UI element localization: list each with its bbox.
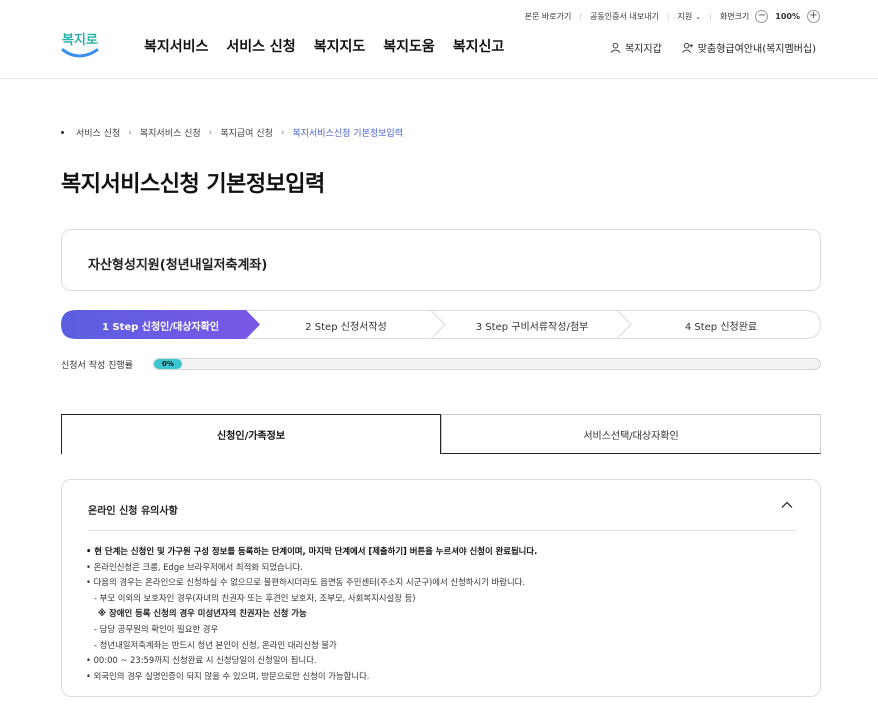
welfare-wallet-label: 복지지갑 (624, 44, 662, 55)
welfare-wallet-link[interactable]: 복지지갑 (610, 40, 662, 55)
tab-label: 서비스선택/대상자확인 (583, 430, 679, 442)
chevron-right-icon: › (208, 127, 213, 138)
step-1-label: 1 Step 신청인/대상자확인 (101, 322, 220, 333)
notice-item: • 온라인신청은 크롬, Edge 브라우저에서 최적화 되었습니다. (86, 561, 303, 572)
step-3-label: 3 Step 구비서류작성/첨부 (475, 322, 589, 333)
nav-item-welfare-service[interactable]: 복지서비스 (144, 36, 208, 56)
step-indicator: 1 Step 신청인/대상자확인 2 Step 신청서작성 3 Step 구비서… (61, 310, 821, 339)
nav-item-welfare-help[interactable]: 복지도움 (383, 36, 435, 56)
logo-text: 복지로 (62, 33, 98, 48)
divider: | (709, 11, 712, 21)
chevron-right-icon: › (280, 127, 285, 138)
notice-item: • 00:00 ~ 23:59까지 신청완료 시 신청당일이 신청일이 됩니다. (86, 655, 317, 666)
logo-mark-icon: 복지로 (61, 33, 99, 58)
notice-note: ※ 장애인 등록 신청의 경우 미성년자의 친권자는 신청 가능 (98, 608, 307, 619)
service-name-box: 자산형성지원(청년내일저축계좌) (61, 229, 821, 291)
nav-item-welfare-report[interactable]: 복지신고 (453, 36, 505, 56)
notice-item: • 현 단계는 신청인 및 가구원 구성 정보를 등록하는 단계이며, 마지막 … (86, 546, 538, 556)
nav-item-welfare-map[interactable]: 복지지도 (314, 36, 366, 56)
header-actions: 복지지갑 맞춤형급여안내(복지멤버십) (610, 40, 816, 55)
breadcrumb: 서비스 신청 › 복지서비스 신청 › 복지급여 신청 › 복지서비스신청 기본… (61, 126, 403, 139)
notice-list: • 현 단계는 신청인 및 가구원 구성 정보를 등록하는 단계이며, 마지막 … (86, 544, 537, 684)
notice-subitem: - 부모 이외의 보호자인 경우(자녀의 친권자 또는 후견인 보호자, 조부모… (94, 592, 416, 603)
skip-to-content-link[interactable]: 본문 바로가기 (525, 11, 572, 22)
zoom-label: 화면크기 (719, 11, 750, 21)
home-bullet-icon (61, 131, 64, 134)
step-2-label: 2 Step 신청서작성 (305, 322, 387, 333)
service-name: 자산형성지원(청년내일저축계좌) (88, 258, 268, 273)
utility-bar: 본문 바로가기 | 공동인증서 내보내기 | 지원 ⌄ | 화면크기 − 100%… (525, 8, 820, 24)
notice-title: 온라인 신청 유의사항 (88, 506, 178, 517)
language-select[interactable]: 지원 ⌄ (678, 11, 702, 22)
header-divider (0, 78, 878, 79)
zoom-in-button[interactable]: + (807, 9, 820, 23)
step-4-label: 4 Step 신청완료 (684, 322, 758, 333)
breadcrumb-item[interactable]: 복지서비스 신청 (140, 126, 201, 139)
notice-subitem: - 담당 공무원의 확인이 필요한 경우 (94, 623, 219, 634)
chevron-down-icon: ⌄ (695, 12, 702, 21)
divider (88, 530, 796, 531)
zoom-out-button[interactable]: − (755, 9, 769, 23)
page-title: 복지서비스신청 기본정보입력 (61, 172, 325, 197)
notice-subitem: - 청년내일저축계좌는 반드시 청년 본인이 신청, 온라인 대리신청 불가 (94, 639, 337, 650)
progress-label: 신청서 작성 진행률 (61, 361, 133, 371)
divider: | (666, 11, 670, 21)
progress-value: 0% (162, 360, 174, 368)
chevron-right-icon: › (128, 127, 132, 138)
benefit-guide-label: 맞춤형급여안내(복지멤버십) (697, 44, 816, 55)
chevron-up-icon[interactable] (780, 498, 794, 512)
zoom-value: 100% (775, 11, 800, 21)
breadcrumb-current: 복지서비스신청 기본정보입력 (292, 129, 403, 139)
user-plus-icon (681, 42, 693, 53)
tab-service-select[interactable]: 서비스선택/대상자확인 (441, 414, 821, 454)
site-logo[interactable]: 복지로 (61, 28, 99, 62)
divider: | (579, 11, 583, 21)
benefit-guide-link[interactable]: 맞춤형급여안내(복지멤버십) (681, 40, 816, 55)
tab-applicant-family[interactable]: 신청인/가족정보 (61, 414, 441, 454)
main-nav: 복지서비스 서비스 신청 복지지도 복지도움 복지신고 (144, 36, 504, 56)
nav-item-service-apply[interactable]: 서비스 신청 (226, 36, 295, 56)
language-label: 지원 (677, 11, 693, 21)
notice-item: • 외국인의 경우 실명인증이 되지 않을 수 있으며, 방문으로만 신청이 가… (86, 670, 370, 681)
online-notice-panel: 온라인 신청 유의사항 • 현 단계는 신청인 및 가구원 구성 정보를 등록하… (61, 479, 821, 697)
breadcrumb-item[interactable]: 복지급여 신청 (220, 126, 273, 139)
notice-item: • 다음의 경우는 온라인으로 신청하실 수 없으므로 불편하시더라도 읍면동 … (86, 577, 526, 588)
cert-export-link[interactable]: 공동인증서 내보내기 (590, 11, 659, 22)
breadcrumb-item[interactable]: 서비스 신청 (76, 126, 120, 139)
tab-label: 신청인/가족정보 (216, 431, 286, 442)
user-icon (610, 42, 621, 53)
progress-bar: 0% (153, 358, 821, 370)
